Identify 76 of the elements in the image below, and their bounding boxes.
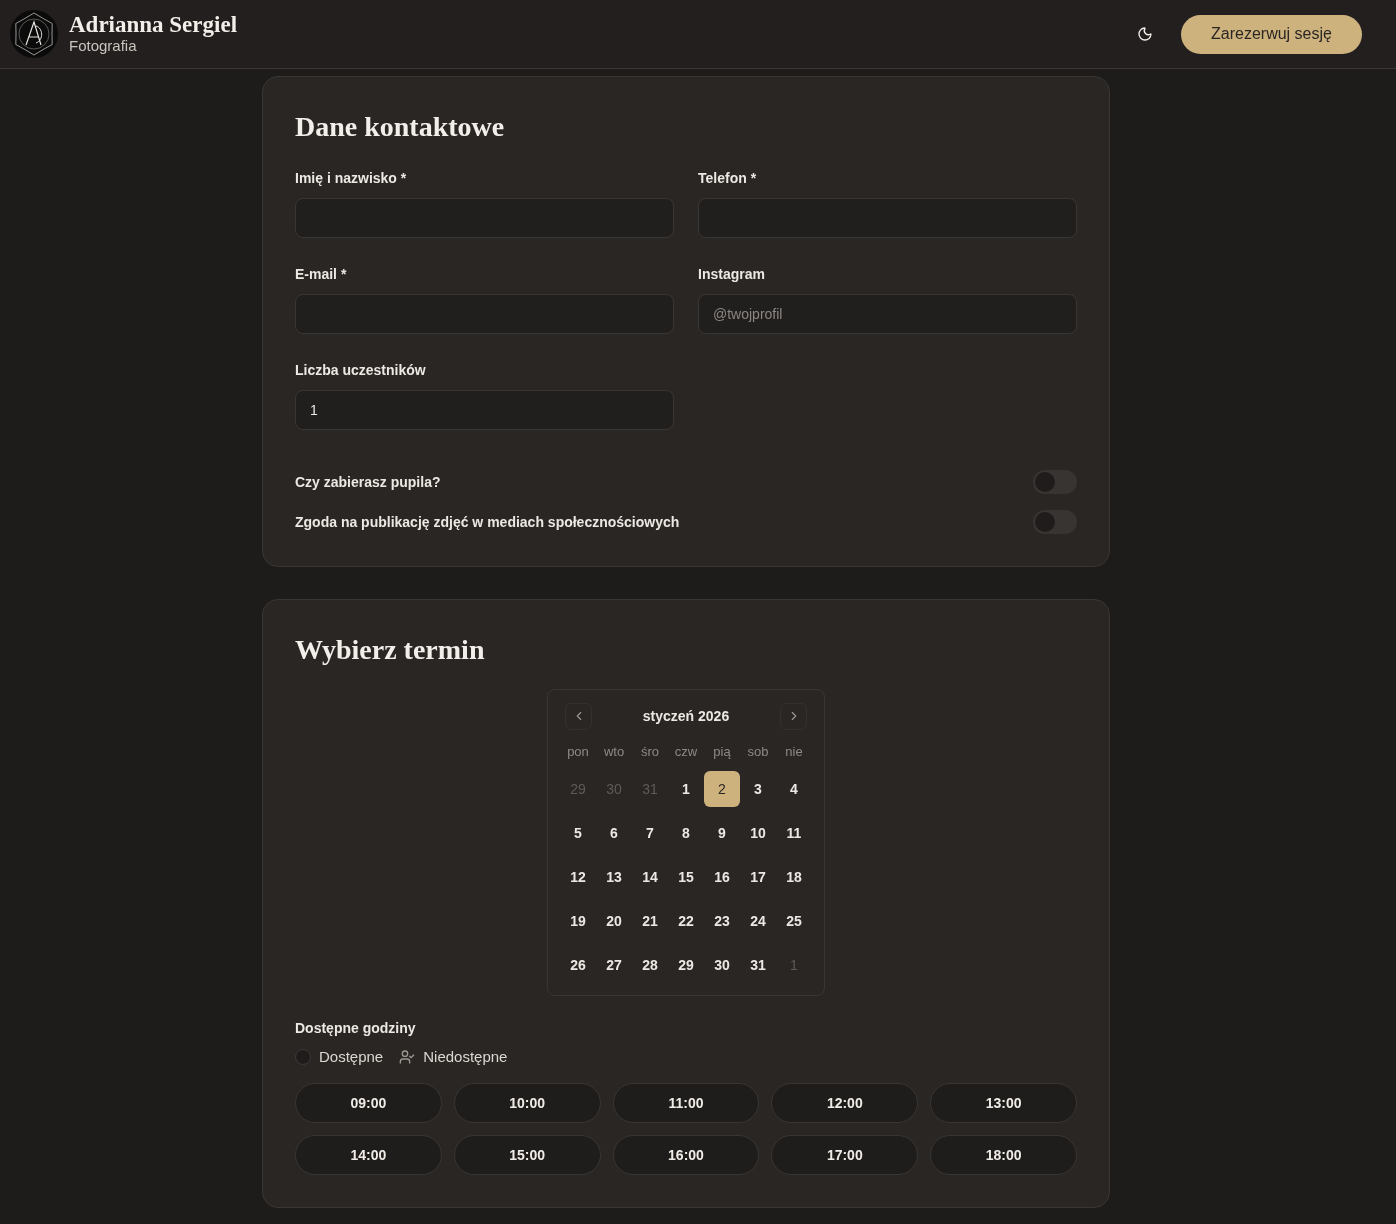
field-label: Imię i nazwisko * [295,169,408,188]
time-slot-button[interactable]: 17:00 [771,1135,919,1175]
calendar-day[interactable]: 18 [776,859,812,895]
calendar-day[interactable]: 25 [776,903,812,939]
weekday-label: śro [639,743,661,761]
calendar-day[interactable]: 2 [704,771,740,807]
toggle-switch[interactable] [1033,510,1077,534]
calendar-day[interactable]: 28 [632,947,668,983]
weekday-label: pon [566,743,590,761]
calendar-day[interactable]: 13 [596,859,632,895]
previous-month-button[interactable] [565,702,592,730]
calendar-day[interactable]: 19 [560,903,596,939]
calendar-day[interactable]: 27 [596,947,632,983]
month-title: styczeń 2026 [642,706,730,726]
user-check-icon [399,1049,416,1065]
calendar-day[interactable]: 3 [740,771,776,807]
calendar-day[interactable]: 8 [668,815,704,851]
calendar-day[interactable]: 29 [668,947,704,983]
time-slot-button[interactable]: 11:00 [612,1083,760,1123]
weekday-label: pią [712,743,732,761]
calendar-day[interactable]: 4 [776,771,812,807]
next-month-button[interactable] [780,702,807,730]
toggle-label: Czy zabierasz pupila? [295,472,441,492]
calendar-day[interactable]: 23 [704,903,740,939]
time-slot-button[interactable]: 13:00 [930,1083,1077,1123]
time-slot-button[interactable]: 12:00 [771,1083,919,1123]
text-input[interactable] [295,198,674,238]
time-slot-button[interactable]: 18:00 [930,1135,1077,1175]
calendar-day[interactable]: 17 [740,859,776,895]
text-input[interactable]: @twojprofil [698,294,1077,334]
text-input[interactable]: 1 [295,390,674,430]
weekday-label: nie [784,743,804,761]
hours-label: Dostępne godziny [295,1019,417,1038]
time-slot-button[interactable]: 09:00 [295,1083,442,1123]
calendar-day[interactable]: 15 [668,859,704,895]
calendar-day[interactable]: 6 [596,815,632,851]
calendar-day[interactable]: 9 [704,815,740,851]
calendar-day[interactable]: 30 [704,947,740,983]
brand-name: Adrianna Sergiel [69,13,238,37]
toggle-switch[interactable] [1033,470,1077,494]
calendar-day[interactable]: 21 [632,903,668,939]
weekday-label: wto [602,743,626,761]
book-session-button[interactable]: Zarezerwuj sesję [1181,14,1362,54]
calendar-day[interactable]: 16 [704,859,740,895]
field-label: Telefon * [698,169,758,188]
legend-label: Niedostępne [423,1046,508,1067]
calendar-day[interactable]: 22 [668,903,704,939]
time-slot-button[interactable]: 10:00 [453,1083,601,1123]
weekday-label: czw [673,743,699,761]
brand-tagline: Fotografia [69,37,138,55]
calendar-day[interactable]: 20 [596,903,632,939]
field-label: E-mail * [295,265,348,284]
legend-label: Dostępne [319,1046,384,1067]
calendar-day[interactable]: 5 [560,815,596,851]
time-slot-button[interactable]: 15:00 [453,1135,601,1175]
toggle-label: Zgoda na publikację zdjęć w mediach społecznościowych [295,512,680,532]
calendar-day[interactable]: 12 [560,859,596,895]
text-input[interactable] [698,198,1077,238]
calendar-day[interactable]: 31 [740,947,776,983]
calendar-day[interactable]: 24 [740,903,776,939]
moon-icon[interactable] [1137,26,1153,42]
calendar-day[interactable]: 10 [740,815,776,851]
calendar-day[interactable]: 26 [560,947,596,983]
field-label: Instagram [698,265,766,284]
time-slot-button[interactable]: 16:00 [612,1135,760,1175]
weekday-label: sob [746,743,770,761]
calendar-day[interactable]: 1 [668,771,704,807]
calendar-day[interactable]: 11 [776,815,812,851]
calendar-day[interactable]: 7 [632,815,668,851]
logo-icon [10,10,58,58]
time-slot-button[interactable]: 14:00 [295,1135,442,1175]
calendar-day[interactable]: 14 [632,859,668,895]
section-title: Wybierz termin [295,633,486,667]
section-title: Dane kontaktowe [295,110,506,144]
text-input[interactable] [295,294,674,334]
field-label: Liczba uczestników [295,361,427,380]
